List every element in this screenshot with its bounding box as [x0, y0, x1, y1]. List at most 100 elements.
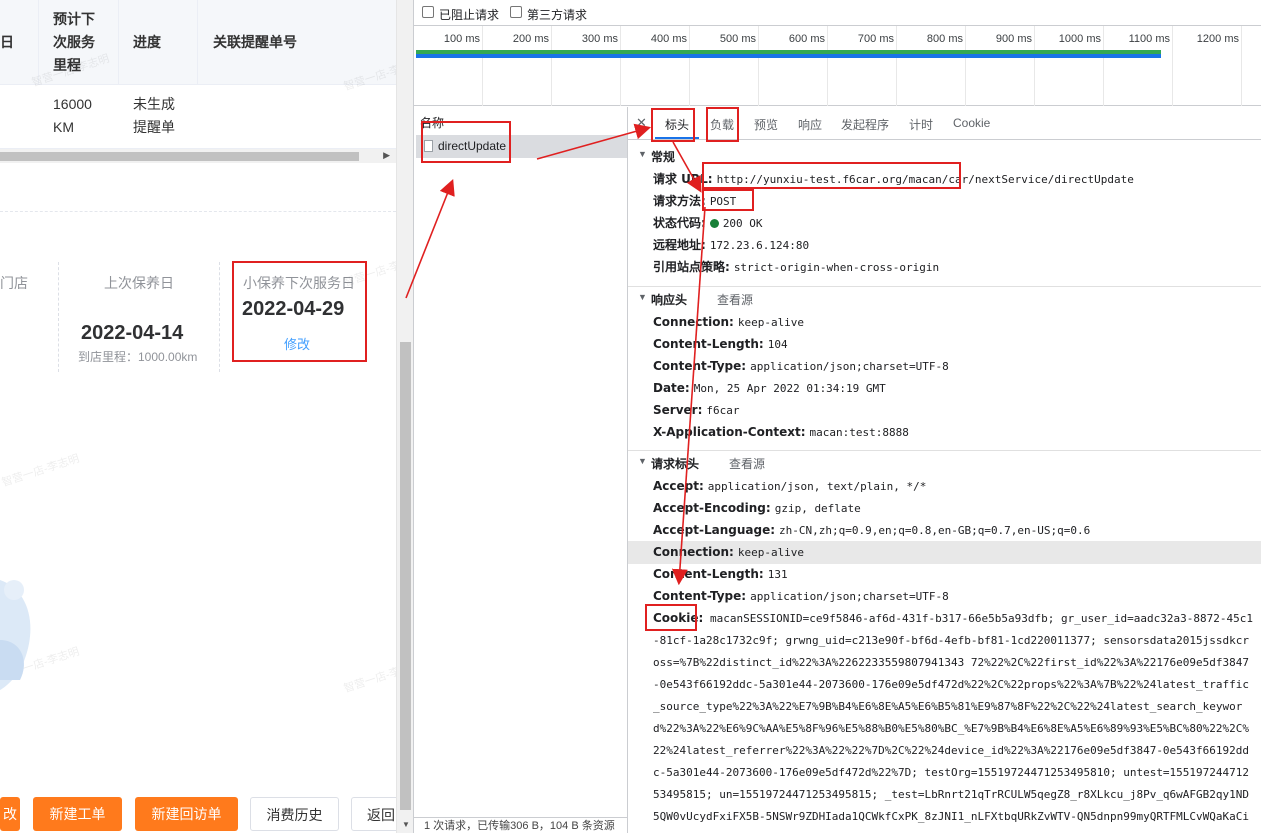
store-mileage: 到店里程：1000.00km	[78, 350, 198, 364]
decorative-logo-icon	[0, 580, 31, 690]
divider	[0, 211, 396, 212]
general-request-url: 请求 URL: http://yunxiu-test.f6car.org/maca…	[653, 172, 1134, 186]
tab-payload[interactable]: 负载	[710, 116, 734, 133]
devtools-network-panel: 已阻止请求 第三方请求 100 ms 200 ms 300 ms 400 ms …	[413, 0, 1261, 833]
timeline-tick: 200 ms	[512, 33, 549, 45]
third-party-checkbox[interactable]	[510, 6, 522, 18]
tab-timing[interactable]: 计时	[909, 116, 933, 133]
timeline-tick: 100 ms	[443, 33, 480, 45]
scroll-down-arrow-icon[interactable]: ▼	[402, 820, 410, 829]
request-detail-pane: ✕ 标头 负载 预览 响应 发起程序 计时 Cookie ▼ 常规 请求 URL…	[628, 107, 1261, 833]
active-tab-indicator	[655, 137, 699, 139]
action-button-partial[interactable]: 改	[0, 797, 20, 831]
watermark: 智营一店-李志明	[0, 452, 81, 490]
horizontal-scrollbar[interactable]: ▶	[0, 149, 396, 163]
request-header-row-highlighted: Connection: keep-alive	[628, 541, 1261, 564]
request-header-row: Accept: application/json, text/plain, */*	[653, 479, 927, 493]
collapse-triangle-icon[interactable]: ▼	[638, 292, 647, 302]
response-header-row: Server: f6car	[653, 403, 740, 417]
name-column-header[interactable]: 名称	[420, 114, 444, 131]
edit-link[interactable]: 修改	[284, 334, 310, 353]
request-list: 名称 directUpdate 1 次请求，已传输306 B，104 B 条资源	[414, 107, 628, 833]
col-header-progress: 进度	[133, 34, 161, 50]
col-header-reminder-no: 关联提醒单号	[213, 34, 297, 50]
horizontal-scroll-thumb[interactable]	[0, 152, 359, 161]
col-header-mileage-line1: 预计下	[53, 11, 95, 27]
cell-mileage-unit: KM	[53, 119, 74, 135]
scroll-right-arrow-icon[interactable]: ▶	[383, 150, 390, 161]
table-row: 16000 KM 未生成 提醒单	[0, 85, 396, 149]
timeline-tick: 1200 ms	[1196, 33, 1239, 45]
section-general[interactable]: ▼ 常规	[628, 144, 1261, 166]
cell-mileage-value: 16000	[53, 96, 92, 112]
status-ok-icon	[709, 219, 719, 228]
left-app-pane: 日 预计下 次服务 里程 进度 关联提醒单号 16000 KM 未生成 提醒单 …	[0, 0, 396, 833]
request-name: directUpdate	[438, 139, 507, 153]
tab-cookie[interactable]: Cookie	[953, 116, 990, 130]
back-button[interactable]: 返回	[351, 797, 396, 831]
cell-progress-line2: 提醒单	[133, 119, 175, 135]
timeline-tick: 400 ms	[650, 33, 687, 45]
timeline-tick: 500 ms	[719, 33, 756, 45]
request-row-directupdate[interactable]: directUpdate	[416, 135, 627, 158]
tab-initiator[interactable]: 发起程序	[841, 116, 889, 133]
new-return-visit-button[interactable]: 新建回访单	[135, 797, 238, 831]
section-request-headers[interactable]: ▼ 请求标头 查看源	[628, 450, 1261, 472]
vertical-scroll-thumb[interactable]	[400, 342, 411, 810]
general-referrer-policy: 引用站点策略: strict-origin-when-cross-origin	[653, 260, 940, 274]
general-status-code: 状态代码: 200 OK	[653, 216, 763, 230]
col-header-date: 日	[0, 34, 14, 50]
timeline-tick: 1000 ms	[1058, 33, 1101, 45]
store-label: 门店	[0, 275, 28, 291]
cell-progress-line1: 未生成	[133, 96, 175, 112]
general-request-method: 请求方法: POST	[653, 194, 737, 208]
timeline-tick: 300 ms	[581, 33, 618, 45]
tab-response[interactable]: 响应	[798, 116, 822, 133]
request-header-row: Content-Length: 131	[653, 567, 788, 581]
request-waterfall-bar-ttfb	[416, 50, 1161, 54]
collapse-triangle-icon[interactable]: ▼	[638, 149, 647, 159]
response-header-row: X-Application-Context: macan:test:8888	[653, 425, 909, 439]
consumption-history-button[interactable]: 消费历史	[250, 797, 339, 831]
timeline-tick: 700 ms	[857, 33, 894, 45]
section-title: 响应头	[651, 293, 688, 307]
next-service-date: 2022-04-29	[242, 298, 345, 320]
col-header-mileage-line2: 次服务	[53, 34, 95, 50]
watermark: 智营一店-李志明	[342, 252, 396, 290]
tab-preview[interactable]: 预览	[754, 116, 778, 133]
section-title: 请求标头	[651, 457, 700, 471]
section-title: 常规	[651, 150, 676, 164]
detail-tabbar: ✕ 标头 负载 预览 响应 发起程序 计时 Cookie	[628, 107, 1261, 140]
third-party-label: 第三方请求	[527, 8, 588, 22]
response-header-row: Date: Mon, 25 Apr 2022 01:34:19 GMT	[653, 381, 886, 395]
request-header-row: Accept-Language: zh-CN,zh;q=0.9,en;q=0.8,…	[653, 523, 1091, 537]
request-header-row: Content-Type: application/json;charset=UT…	[653, 589, 949, 603]
response-header-row: Connection: keep-alive	[653, 315, 805, 329]
vertical-scrollbar[interactable]: ▼	[396, 0, 413, 833]
filter-bar: 已阻止请求 第三方请求	[414, 0, 1261, 26]
response-header-row: Content-Length: 104	[653, 337, 788, 351]
request-header-cookie: Cookie: macanSESSIONID=ce9f5846-af6d-431…	[653, 611, 1254, 833]
last-maint-date: 2022-04-14	[81, 322, 184, 344]
close-icon[interactable]: ✕	[636, 115, 647, 131]
blocked-requests-label: 已阻止请求	[439, 8, 500, 22]
section-response-headers[interactable]: ▼ 响应头 查看源	[628, 286, 1261, 308]
waterfall-overview[interactable]: 100 ms 200 ms 300 ms 400 ms 500 ms 600 m…	[414, 26, 1261, 106]
timeline-tick: 600 ms	[788, 33, 825, 45]
tab-headers[interactable]: 标头	[665, 116, 689, 133]
request-header-row: Accept-Encoding: gzip, deflate	[653, 501, 861, 515]
view-source-link[interactable]: 查看源	[717, 291, 753, 308]
new-work-order-button[interactable]: 新建工单	[33, 797, 122, 831]
document-icon	[424, 140, 433, 152]
watermark: 智营一店-李志明	[342, 658, 396, 696]
collapse-triangle-icon[interactable]: ▼	[638, 456, 647, 466]
last-maint-label: 上次保养日	[104, 275, 174, 291]
blocked-requests-checkbox[interactable]	[422, 6, 434, 18]
view-source-link[interactable]: 查看源	[729, 455, 765, 472]
card-divider	[58, 262, 59, 372]
general-remote-address: 远程地址: 172.23.6.124:80	[653, 238, 810, 252]
card-divider	[219, 262, 220, 372]
network-status-bar: 1 次请求，已传输306 B，104 B 条资源	[414, 817, 628, 833]
timeline-tick: 900 ms	[995, 33, 1032, 45]
response-header-row: Content-Type: application/json;charset=UT…	[653, 359, 949, 373]
